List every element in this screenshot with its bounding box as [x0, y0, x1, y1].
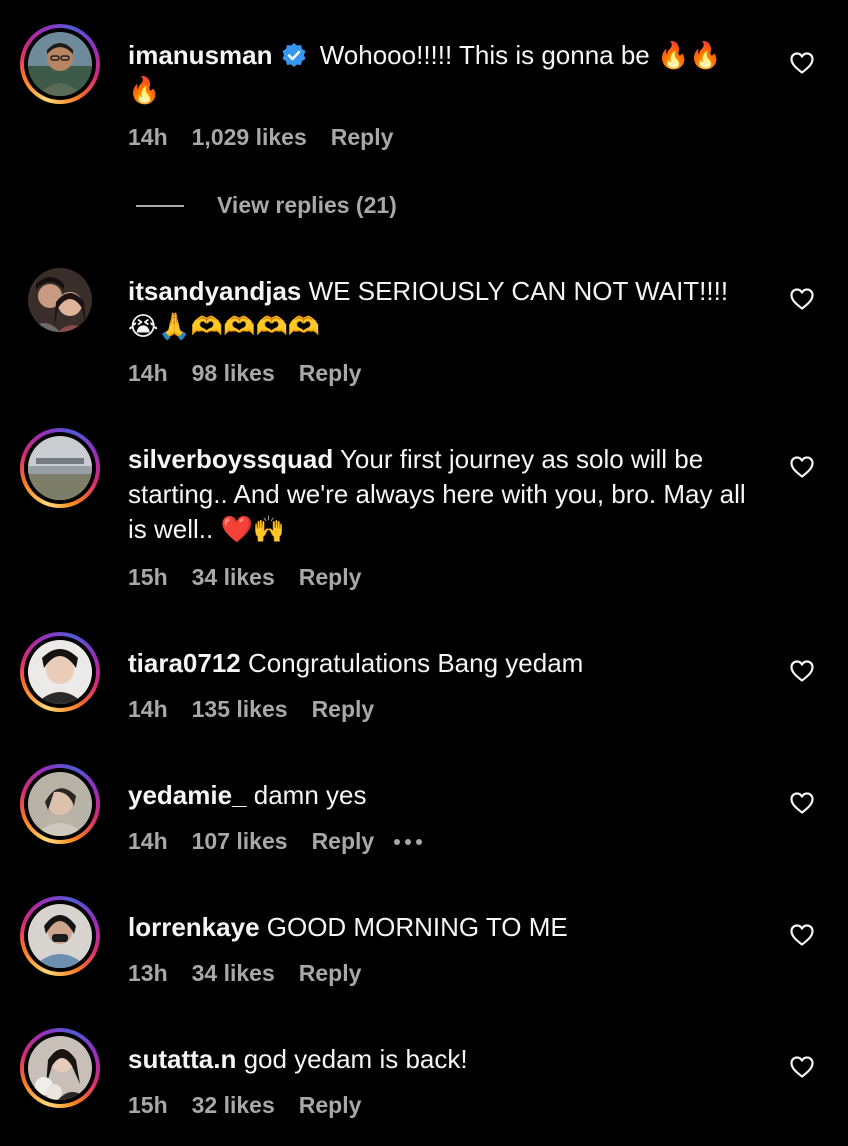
comment-body: tiara0712 Congratulations Bang yedam — [128, 646, 748, 681]
comment-username[interactable]: yedamie_ — [128, 780, 247, 810]
reply-button[interactable]: Reply — [331, 124, 394, 151]
heart-outline-icon[interactable] — [790, 924, 814, 946]
avatar[interactable] — [20, 632, 100, 712]
comment-age: 14h — [128, 696, 168, 722]
comment-username[interactable]: lorrenkaye — [128, 912, 260, 942]
comment-username[interactable]: silverboyssquad — [128, 444, 333, 474]
reply-button[interactable]: Reply — [312, 828, 375, 855]
comment-meta: 14h 1,029 likes Reply — [128, 124, 393, 151]
comment-age: 14h — [128, 360, 168, 386]
likes-count[interactable]: 107 likes — [192, 828, 288, 855]
heart-outline-icon[interactable] — [790, 660, 814, 682]
reply-button[interactable]: Reply — [299, 960, 362, 987]
likes-count[interactable]: 32 likes — [192, 1092, 275, 1119]
comment-text: Congratulations Bang yedam — [248, 648, 584, 678]
likes-count[interactable]: 34 likes — [192, 960, 275, 987]
heart-outline-icon[interactable] — [790, 792, 814, 814]
comment-age: 14h — [128, 124, 168, 150]
avatar[interactable] — [20, 428, 100, 508]
comment-meta: 14h 135 likes Reply — [128, 696, 374, 723]
comment-body: sutatta.n god yedam is back! — [128, 1042, 748, 1077]
view-replies-button[interactable]: View replies (21) — [136, 192, 397, 219]
comment-meta: 15h 34 likes Reply — [128, 564, 361, 591]
comment-age: 13h — [128, 960, 168, 986]
avatar[interactable] — [20, 1028, 100, 1108]
comment-text: damn yes — [253, 780, 367, 810]
comment-body: itsandyandjas WE SERIOUSLY CAN NOT WAIT!… — [128, 274, 748, 344]
heart-outline-icon[interactable] — [790, 456, 814, 478]
avatar[interactable] — [20, 24, 100, 104]
avatar[interactable] — [20, 896, 100, 976]
comments-list: imanusman Wohooo!!!!! This is gonna be 🔥… — [0, 0, 848, 1146]
comment-meta: 14h 98 likes Reply — [128, 360, 361, 387]
comment-age: 15h — [128, 1092, 168, 1118]
avatar[interactable] — [20, 764, 100, 844]
comment-username[interactable]: imanusman — [128, 40, 273, 70]
comment-age: 15h — [128, 564, 168, 590]
more-options-icon[interactable] — [394, 838, 423, 845]
view-replies-label: View replies (21) — [217, 192, 397, 218]
comment-body: yedamie_ damn yes — [128, 778, 748, 813]
comment-body: imanusman Wohooo!!!!! This is gonna be 🔥… — [128, 38, 748, 108]
comment-username[interactable]: sutatta.n — [128, 1044, 236, 1074]
likes-count[interactable]: 98 likes — [192, 360, 275, 387]
comment-text: GOOD MORNING TO ME — [266, 912, 568, 942]
heart-outline-icon[interactable] — [790, 1056, 814, 1078]
replies-divider — [136, 204, 184, 207]
comment-username[interactable]: itsandyandjas — [128, 276, 301, 306]
heart-outline-icon[interactable] — [790, 288, 814, 310]
heart-outline-icon[interactable] — [790, 52, 814, 74]
reply-button[interactable]: Reply — [299, 1092, 362, 1119]
comment-meta: 14h 107 likes Reply — [128, 828, 423, 855]
reply-button[interactable]: Reply — [299, 360, 362, 387]
likes-count[interactable]: 34 likes — [192, 564, 275, 591]
reply-button[interactable]: Reply — [312, 696, 375, 723]
comment-body: silverboyssquad Your first journey as so… — [128, 442, 748, 547]
comment-username[interactable]: tiara0712 — [128, 648, 241, 678]
likes-count[interactable]: 1,029 likes — [192, 124, 307, 151]
comment-age: 14h — [128, 828, 168, 854]
comment-text: god yedam is back! — [243, 1044, 468, 1074]
verified-badge-icon — [281, 42, 307, 68]
comment-meta: 13h 34 likes Reply — [128, 960, 361, 987]
avatar[interactable] — [28, 268, 92, 332]
reply-button[interactable]: Reply — [299, 564, 362, 591]
comment-body: lorrenkaye GOOD MORNING TO ME — [128, 910, 748, 945]
comment-meta: 15h 32 likes Reply — [128, 1092, 361, 1119]
likes-count[interactable]: 135 likes — [192, 696, 288, 723]
